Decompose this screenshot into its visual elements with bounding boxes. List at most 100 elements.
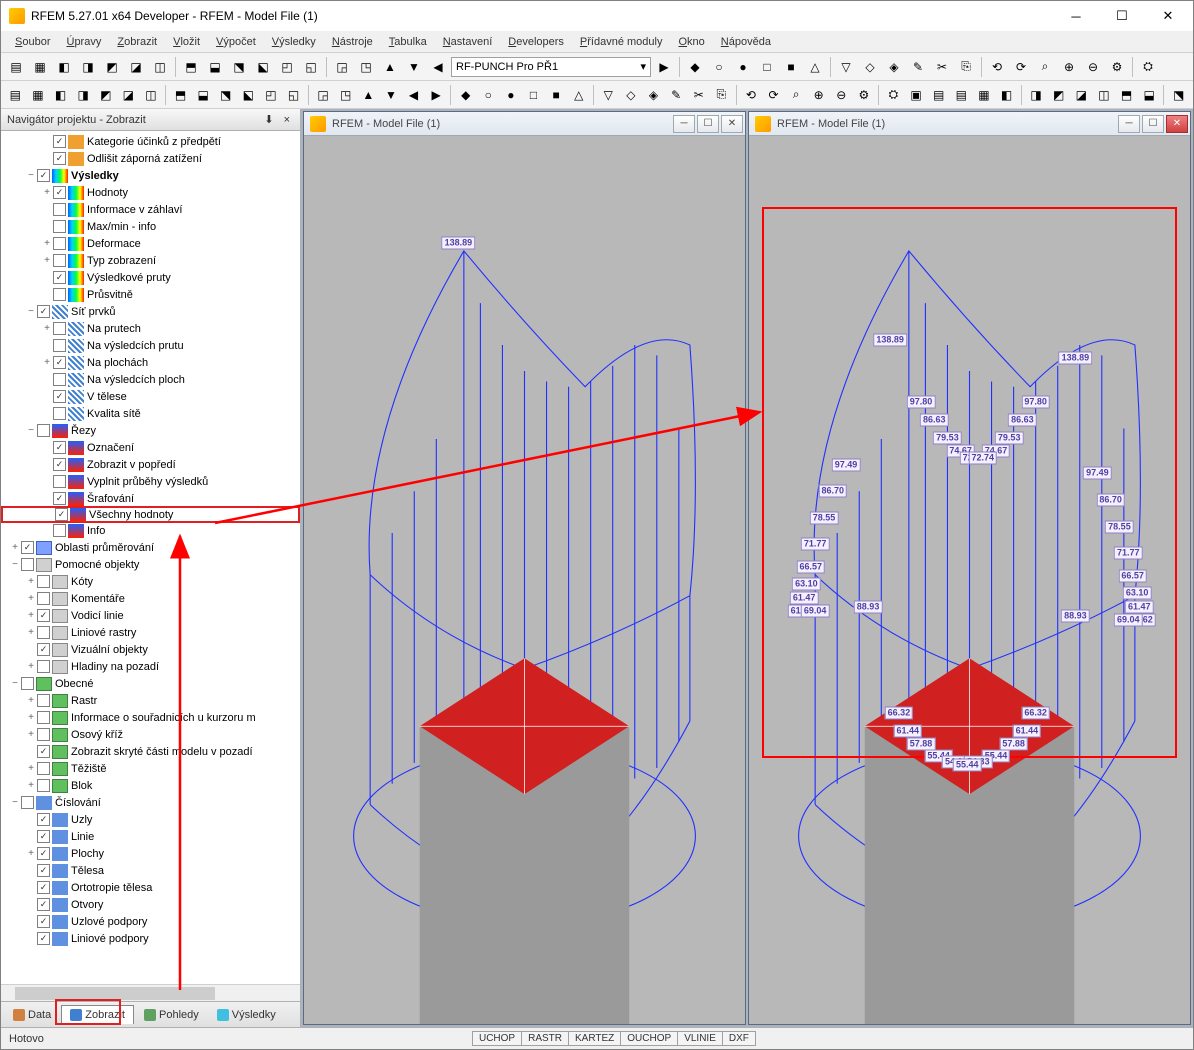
toolbar-button[interactable]: ✎ — [907, 56, 929, 78]
toolbar-button[interactable]: ◇ — [621, 84, 642, 106]
checkbox[interactable] — [21, 677, 34, 690]
toolbar-button[interactable]: ◨ — [1026, 84, 1047, 106]
checkbox[interactable]: ✓ — [53, 152, 66, 165]
toolbar-button[interactable]: ◨ — [73, 84, 94, 106]
tree-item[interactable]: + Informace o souřadnicích u kurzoru m — [1, 709, 300, 726]
tree-item[interactable]: Kvalita sítě — [1, 405, 300, 422]
tree-item[interactable]: ✓ Všechny hodnoty — [1, 506, 300, 523]
tree-item[interactable]: ✓ Kategorie účinků z předpětí — [1, 133, 300, 150]
checkbox[interactable] — [53, 524, 66, 537]
toolbar-button[interactable]: ◩ — [95, 84, 116, 106]
checkbox[interactable]: ✓ — [37, 169, 50, 182]
toolbar-button[interactable]: ▦ — [974, 84, 995, 106]
tree-item[interactable]: Průsvitně — [1, 286, 300, 303]
menu-nastavení[interactable]: Nastavení — [437, 34, 499, 50]
expand-icon[interactable]: + — [25, 576, 37, 587]
tree-item[interactable]: ✓ Liniové podpory — [1, 930, 300, 947]
checkbox[interactable]: ✓ — [53, 271, 66, 284]
expand-icon[interactable]: − — [9, 678, 21, 689]
status-mode[interactable]: RASTR — [521, 1031, 569, 1046]
toolbar-button[interactable]: ◧ — [996, 84, 1017, 106]
checkbox[interactable] — [37, 728, 50, 741]
toolbar-button[interactable]: ▤ — [928, 84, 949, 106]
toolbar-button[interactable]: ◈ — [643, 84, 664, 106]
navtab-výsledky[interactable]: Výsledky — [209, 1006, 284, 1024]
view-max-button[interactable]: ☐ — [1142, 115, 1164, 133]
expand-icon[interactable]: + — [25, 610, 37, 621]
minimize-button[interactable]: ─ — [1053, 1, 1099, 31]
expand-icon[interactable]: − — [25, 170, 37, 181]
tree-item[interactable]: − Pomocné objekty — [1, 556, 300, 573]
checkbox[interactable] — [21, 558, 34, 571]
menu-zobrazit[interactable]: Zobrazit — [111, 34, 163, 50]
toolbar-button[interactable]: ▽ — [835, 56, 857, 78]
toolbar-button[interactable]: ▶ — [426, 84, 447, 106]
checkbox[interactable] — [53, 254, 66, 267]
toolbar-button[interactable]: ⌕ — [786, 84, 807, 106]
toolbar-button[interactable]: ◫ — [149, 56, 171, 78]
checkbox[interactable] — [53, 220, 66, 233]
status-mode[interactable]: UCHOP — [472, 1031, 522, 1046]
tree-item[interactable]: + ✓ Vodicí linie — [1, 607, 300, 624]
tree-item[interactable]: + ✓ Na plochách — [1, 354, 300, 371]
tree-item[interactable]: ✓ Uzlové podpory — [1, 913, 300, 930]
tree-item[interactable]: + Deformace — [1, 235, 300, 252]
expand-icon[interactable]: + — [9, 542, 21, 553]
tree-item[interactable]: Vyplnit průběhy výsledků — [1, 473, 300, 490]
toolbar-button[interactable]: ⟲ — [741, 84, 762, 106]
toolbar-button[interactable]: ▼ — [403, 56, 425, 78]
tree-item[interactable]: + Blok — [1, 777, 300, 794]
menu-nástroje[interactable]: Nástroje — [326, 34, 379, 50]
expand-icon[interactable]: + — [25, 627, 37, 638]
toolbar-button[interactable]: ⬓ — [1139, 84, 1160, 106]
expand-icon[interactable]: − — [9, 797, 21, 808]
toolbar-button[interactable]: ⛭ — [883, 84, 904, 106]
toolbar-button[interactable]: ⟳ — [1010, 56, 1032, 78]
menu-úpravy[interactable]: Úpravy — [60, 34, 107, 50]
toolbar-button[interactable]: ● — [732, 56, 754, 78]
toolbar-button[interactable]: ◧ — [53, 56, 75, 78]
checkbox[interactable]: ✓ — [21, 541, 34, 554]
checkbox[interactable]: ✓ — [37, 881, 50, 894]
toolbar-button[interactable]: □ — [756, 56, 778, 78]
menu-developers[interactable]: Developers — [502, 34, 570, 50]
checkbox[interactable]: ✓ — [53, 390, 66, 403]
checkbox[interactable] — [53, 339, 66, 352]
toolbar-button[interactable]: ⬕ — [238, 84, 259, 106]
navtab-pohledy[interactable]: Pohledy — [136, 1006, 207, 1024]
expand-icon[interactable]: + — [25, 763, 37, 774]
toolbar-button[interactable]: ◩ — [101, 56, 123, 78]
loadcase-dropdown[interactable]: RF-PUNCH Pro PŘ1▾ — [451, 57, 651, 77]
toolbar-button[interactable]: ◪ — [125, 56, 147, 78]
toolbar-button[interactable]: ⌕ — [1034, 56, 1056, 78]
menu-výpočet[interactable]: Výpočet — [210, 34, 262, 50]
toolbar-button[interactable]: ◆ — [684, 56, 706, 78]
checkbox[interactable] — [37, 626, 50, 639]
toolbar-button[interactable]: ⚙ — [854, 84, 875, 106]
toolbar-button[interactable]: ⬒ — [180, 56, 202, 78]
expand-icon[interactable]: + — [41, 255, 53, 266]
toolbar-button[interactable]: ⛭ — [1137, 56, 1159, 78]
checkbox[interactable] — [21, 796, 34, 809]
tree-item[interactable]: Na výsledcích prutu — [1, 337, 300, 354]
checkbox[interactable] — [37, 660, 50, 673]
checkbox[interactable] — [37, 575, 50, 588]
checkbox[interactable]: ✓ — [53, 356, 66, 369]
navigator-tree[interactable]: ✓ Kategorie účinků z předpětí ✓ Odlišit … — [1, 131, 300, 984]
menu-soubor[interactable]: Soubor — [9, 34, 56, 50]
expand-icon[interactable]: + — [25, 593, 37, 604]
toolbar-button[interactable]: ◰ — [276, 56, 298, 78]
view-close-button[interactable]: ✕ — [1166, 115, 1188, 133]
toolbar-button[interactable]: ▣ — [906, 84, 927, 106]
nav-close-button[interactable]: × — [280, 114, 294, 126]
expand-icon[interactable]: + — [41, 187, 53, 198]
toolbar-button[interactable]: ◪ — [1071, 84, 1092, 106]
tree-item[interactable]: ✓ Tělesa — [1, 862, 300, 879]
expand-icon[interactable]: − — [9, 559, 21, 570]
toolbar-button[interactable]: ◀ — [427, 56, 449, 78]
toolbar-button[interactable]: ◩ — [1048, 84, 1069, 106]
toolbar-button[interactable]: △ — [804, 56, 826, 78]
tree-item[interactable]: − Řezy — [1, 422, 300, 439]
checkbox[interactable] — [37, 424, 50, 437]
toolbar-button[interactable]: □ — [523, 84, 544, 106]
